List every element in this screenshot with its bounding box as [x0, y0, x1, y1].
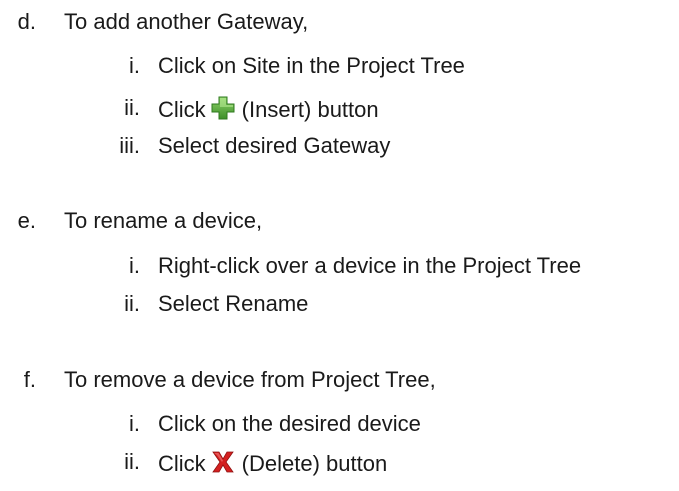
step-text: Right-click over a device in the Project…	[158, 253, 582, 278]
list-item: ii. Select Rename	[0, 292, 679, 316]
list-item: i. Click on the desired device	[0, 412, 679, 436]
list-marker: ii.	[124, 291, 140, 316]
list-item: ii. Click (Delete) button	[0, 449, 679, 476]
list-marker: i.	[129, 53, 140, 78]
step-text: Select desired Gateway	[158, 133, 391, 158]
step-text-after: (Insert) button	[241, 97, 379, 122]
list-item: iii. Select desired Gateway	[0, 134, 679, 158]
list-marker: i.	[129, 253, 140, 278]
section-heading: To add another Gateway,	[64, 9, 309, 34]
step-text-after: (Delete) button	[241, 451, 388, 476]
step-text: Select Rename	[158, 291, 309, 316]
list-marker: f.	[23, 367, 36, 392]
section-heading: To remove a device from Project Tree,	[64, 367, 436, 392]
step-text-before: Click	[158, 97, 206, 122]
section-heading: To rename a device,	[64, 208, 263, 233]
step-text: Click on the desired device	[158, 411, 421, 436]
list-marker: e.	[17, 208, 36, 233]
insert-plus-icon	[210, 96, 236, 120]
step-text-before: Click	[158, 451, 206, 476]
section-d: d. To add another Gateway,	[0, 10, 679, 34]
list-marker: iii.	[119, 133, 140, 158]
section-f: f. To remove a device from Project Tree,	[0, 368, 679, 392]
list-marker: ii.	[124, 95, 140, 120]
list-item: i. Right-click over a device in the Proj…	[0, 254, 679, 278]
list-marker: d.	[17, 9, 36, 34]
step-text: Click on Site in the Project Tree	[158, 53, 465, 78]
list-item: ii. Click (Insert) button	[0, 95, 679, 122]
list-marker: i.	[129, 411, 140, 436]
step-text: Click (Delete) button	[158, 450, 387, 476]
list-item: i. Click on Site in the Project Tree	[0, 54, 679, 78]
list-marker: ii.	[124, 449, 140, 474]
section-e: e. To rename a device,	[0, 209, 679, 233]
step-text: Click (Insert) button	[158, 96, 379, 122]
document-page: { "sections": [ { "marker": "d.", "text"…	[0, 0, 679, 491]
delete-x-icon	[210, 450, 236, 474]
